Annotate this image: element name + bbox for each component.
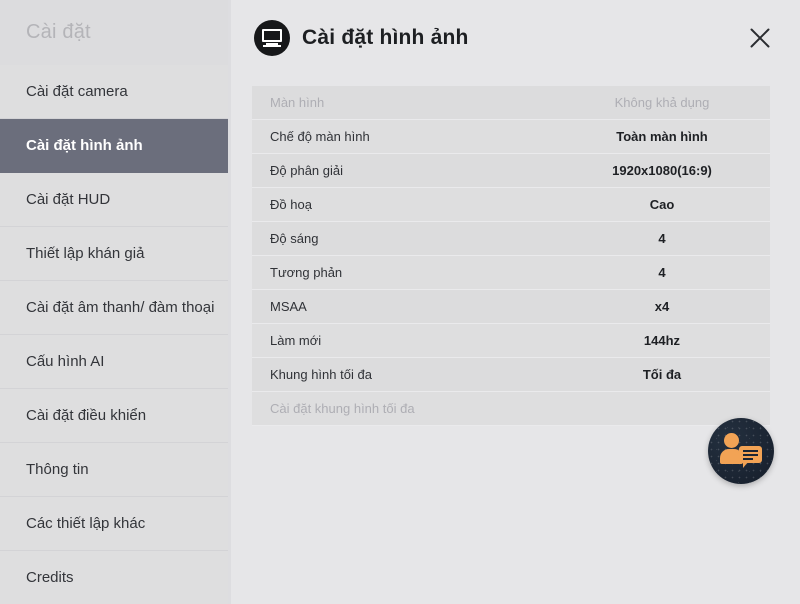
setting-row[interactable]: Độ sáng 4 bbox=[252, 222, 770, 256]
setting-row[interactable]: Đồ hoạ Cao bbox=[252, 188, 770, 222]
setting-row[interactable]: MSAA x4 bbox=[252, 290, 770, 324]
monitor-icon bbox=[254, 20, 290, 56]
setting-row: Màn hình Không khả dụng bbox=[252, 86, 770, 120]
panel-header: Cài đặt hình ảnh bbox=[228, 0, 800, 76]
close-icon[interactable] bbox=[742, 20, 778, 56]
setting-label: Độ sáng bbox=[270, 231, 319, 246]
sidebar-item-label: Cài đặt HUD bbox=[26, 191, 111, 208]
sidebar-item-9[interactable]: Credits bbox=[0, 551, 228, 604]
sidebar-item-6[interactable]: Cài đặt điều khiển bbox=[0, 389, 228, 443]
setting-value: 144hz bbox=[643, 333, 681, 348]
setting-value: Tối đa bbox=[642, 367, 682, 382]
setting-value: Không khả dụng bbox=[614, 95, 710, 110]
setting-label: MSAA bbox=[270, 299, 307, 314]
sidebar-item-label: Cài đặt âm thanh/ đàm thoại bbox=[26, 299, 215, 316]
sidebar: Cài đặt Cài đặt camera Cài đặt hình ảnh Cà… bbox=[0, 0, 228, 604]
monitor-base-shape bbox=[263, 45, 281, 47]
sidebar-item-1[interactable]: Cài đặt hình ảnh bbox=[0, 119, 228, 173]
setting-label: Màn hình bbox=[270, 95, 325, 110]
setting-label: Độ phân giải bbox=[270, 163, 343, 178]
sidebar-item-label: Các thiết lập khác bbox=[26, 515, 146, 532]
person-icon-head bbox=[724, 433, 739, 448]
setting-label: Khung hình tối đa bbox=[270, 367, 372, 382]
chat-bubble-line-2 bbox=[743, 454, 758, 456]
setting-row[interactable]: Làm mới 144hz bbox=[252, 324, 770, 358]
setting-value: Cao bbox=[649, 197, 675, 212]
sidebar-item-7[interactable]: Thông tin bbox=[0, 443, 228, 497]
sidebar-item-label: Thông tin bbox=[26, 461, 89, 478]
sidebar-item-5[interactable]: Cấu hình AI bbox=[0, 335, 228, 389]
chat-bubble-line-1 bbox=[743, 450, 758, 452]
sidebar-item-3[interactable]: Thiết lập khán giả bbox=[0, 227, 228, 281]
sidebar-item-label: Cài đặt hình ảnh bbox=[26, 137, 143, 154]
setting-row[interactable]: Độ phân giải 1920x1080(16:9) bbox=[252, 154, 770, 188]
sidebar-item-label: Credits bbox=[26, 569, 74, 586]
monitor-screen-shape bbox=[262, 29, 282, 42]
sidebar-item-4[interactable]: Cài đặt âm thanh/ đàm thoại bbox=[0, 281, 228, 335]
settings-screen: Cài đặt Cài đặt camera Cài đặt hình ảnh Cà… bbox=[0, 0, 800, 604]
support-chat-button[interactable] bbox=[708, 418, 774, 484]
setting-value: Toàn màn hình bbox=[616, 129, 708, 144]
main-panel: Cài đặt hình ảnh Màn hình Không khả dụng C… bbox=[228, 0, 800, 604]
sidebar-item-label: Cấu hình AI bbox=[26, 353, 105, 370]
setting-label: Tương phản bbox=[270, 265, 343, 280]
sidebar-item-8[interactable]: Các thiết lập khác bbox=[0, 497, 228, 551]
chat-bubble-icon bbox=[739, 446, 762, 468]
sidebar-item-label: Cài đặt camera bbox=[26, 83, 128, 100]
chat-bubble-line-3 bbox=[743, 458, 753, 460]
panel-divider bbox=[228, 0, 231, 604]
setting-label: Cài đặt khung hình tối đa bbox=[270, 401, 415, 416]
sidebar-nav-list: Cài đặt camera Cài đặt hình ảnh Cài đặt HU… bbox=[0, 65, 228, 604]
sidebar-title: Cài đặt bbox=[0, 0, 228, 65]
page-title: Cài đặt hình ảnh bbox=[302, 26, 469, 49]
setting-value: 1920x1080(16:9) bbox=[612, 163, 712, 178]
setting-row[interactable]: Khung hình tối đa Tối đa bbox=[252, 358, 770, 392]
setting-value: 4 bbox=[658, 265, 666, 280]
sidebar-item-0[interactable]: Cài đặt camera bbox=[0, 65, 228, 119]
setting-value: x4 bbox=[654, 299, 670, 314]
sidebar-item-label: Thiết lập khán giả bbox=[26, 245, 145, 262]
setting-row[interactable]: Chế độ màn hình Toàn màn hình bbox=[252, 120, 770, 154]
setting-label: Chế độ màn hình bbox=[270, 129, 370, 144]
setting-label: Đồ hoạ bbox=[270, 197, 312, 212]
setting-row: Cài đặt khung hình tối đa bbox=[252, 392, 770, 426]
settings-table: Màn hình Không khả dụng Chế độ màn hình Toà… bbox=[252, 86, 770, 426]
setting-value: 4 bbox=[658, 231, 666, 246]
setting-label: Làm mới bbox=[270, 333, 322, 348]
setting-row[interactable]: Tương phản 4 bbox=[252, 256, 770, 290]
sidebar-item-label: Cài đặt điều khiển bbox=[26, 407, 147, 424]
sidebar-item-2[interactable]: Cài đặt HUD bbox=[0, 173, 228, 227]
